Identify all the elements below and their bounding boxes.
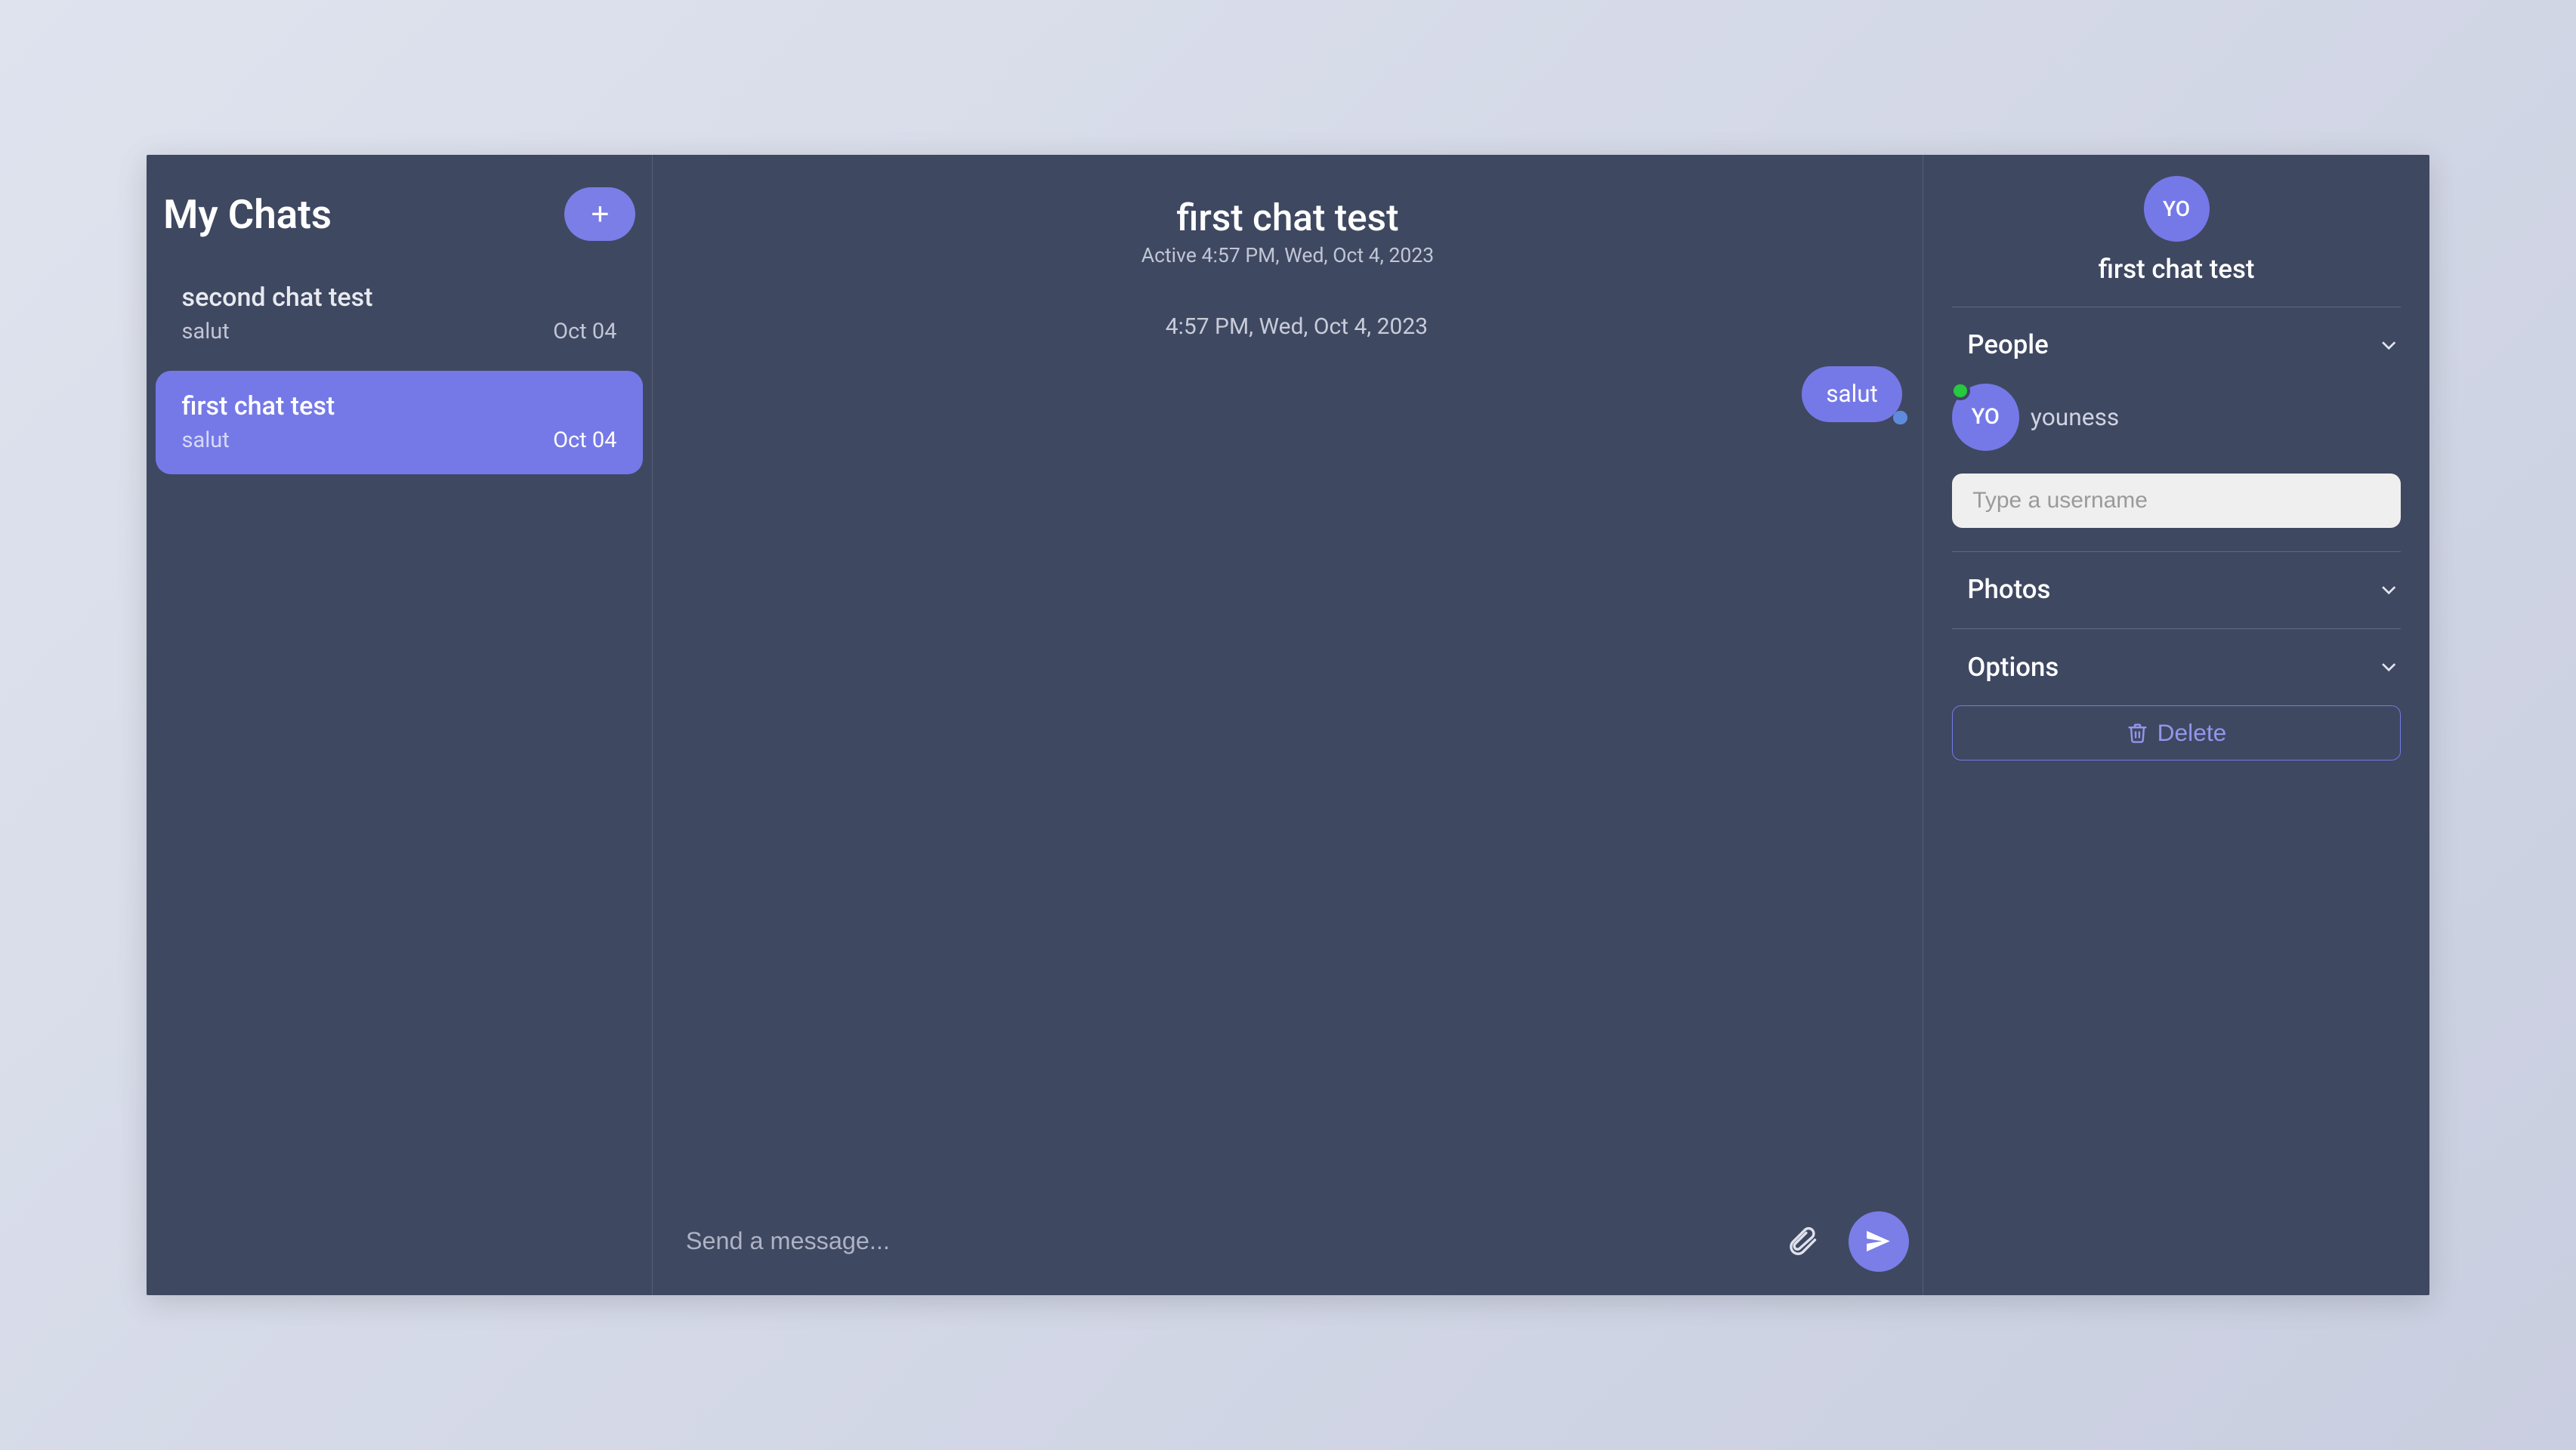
options-section: Options Delete — [1952, 629, 2401, 784]
chat-item-date: Oct 04 — [553, 319, 616, 344]
details-panel: YO first chat test People YO youness Pho… — [1923, 155, 2429, 1294]
chat-title: first chat test — [653, 196, 1923, 240]
sidebar: My Chats second chat test salut Oct 04 f… — [147, 155, 652, 1294]
message-row: salut — [686, 366, 1907, 423]
options-section-toggle[interactable]: Options — [1952, 652, 2401, 683]
message-timestamp-divider: 4:57 PM, Wed, Oct 4, 2023 — [686, 313, 1907, 340]
people-section-label: People — [1952, 330, 2049, 360]
add-person-input[interactable] — [1952, 474, 2401, 528]
presence-online-dot — [1951, 381, 1970, 401]
attach-button[interactable] — [1787, 1226, 1818, 1257]
details-title: first chat test — [1952, 255, 2401, 307]
people-section-toggle[interactable]: People — [1952, 330, 2401, 360]
delete-chat-label: Delete — [2157, 719, 2227, 747]
trash-icon — [2127, 722, 2148, 744]
chevron-down-icon — [2377, 333, 2401, 357]
delete-chat-button[interactable]: Delete — [1952, 705, 2401, 760]
sidebar-header: My Chats — [156, 187, 642, 249]
chat-panel: first chat test Active 4:57 PM, Wed, Oct… — [653, 155, 1924, 1294]
paperclip-icon — [1787, 1226, 1818, 1257]
plus-icon — [588, 202, 612, 226]
send-icon — [1863, 1226, 1894, 1257]
chat-header: first chat test Active 4:57 PM, Wed, Oct… — [653, 155, 1923, 282]
chat-item-snippet: salut — [182, 427, 230, 453]
options-section-label: Options — [1952, 652, 2059, 683]
photos-section-label: Photos — [1952, 575, 2050, 605]
chat-item-snippet: salut — [182, 319, 230, 344]
photos-section: Photos — [1952, 552, 2401, 629]
chat-list: second chat test salut Oct 04 first chat… — [156, 249, 642, 474]
chat-item-title: first chat test — [182, 391, 617, 421]
chevron-down-icon — [2377, 578, 2401, 602]
message-input[interactable] — [686, 1227, 1767, 1255]
new-chat-button[interactable] — [564, 187, 635, 242]
photos-section-toggle[interactable]: Photos — [1952, 575, 2401, 605]
message-list[interactable]: 4:57 PM, Wed, Oct 4, 2023 salut — [653, 283, 1923, 1211]
send-button[interactable] — [1849, 1211, 1909, 1272]
person-avatar: YO — [1952, 384, 2019, 451]
person-name: youness — [2031, 403, 2119, 431]
chat-item-date: Oct 04 — [553, 427, 616, 453]
chat-app: My Chats second chat test salut Oct 04 f… — [147, 155, 2429, 1294]
person-initials: YO — [1972, 404, 2000, 430]
people-section: People YO youness — [1952, 307, 2401, 552]
message-composer — [653, 1211, 1923, 1295]
chat-list-item[interactable]: first chat test salut Oct 04 — [156, 371, 642, 474]
chat-list-item[interactable]: second chat test salut Oct 04 — [156, 262, 642, 366]
sidebar-title: My Chats — [163, 191, 332, 238]
message-bubble-outgoing: salut — [1802, 366, 1902, 423]
read-receipt-dot — [1893, 411, 1907, 425]
chevron-down-icon — [2377, 655, 2401, 679]
chat-active-status: Active 4:57 PM, Wed, Oct 4, 2023 — [653, 244, 1923, 267]
person-row[interactable]: YO youness — [1952, 384, 2401, 451]
chat-item-title: second chat test — [182, 282, 617, 313]
details-avatar: YO — [2144, 176, 2210, 242]
